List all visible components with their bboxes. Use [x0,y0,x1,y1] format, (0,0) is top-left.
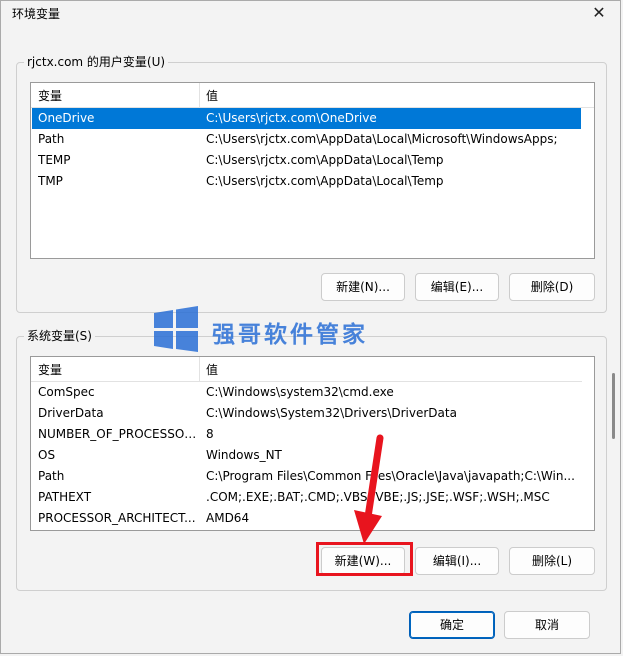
system-delete-button[interactable]: 删除(L) [509,547,595,575]
windows-logo-icon [154,306,198,352]
system-vars-list[interactable]: 变量 值 ComSpec C:\Windows\system32\cmd.exe D… [30,356,595,531]
cancel-button[interactable]: 取消 [504,611,590,639]
highlight-box [316,542,413,576]
user-edit-button[interactable]: 编辑(E)... [415,273,499,301]
table-row[interactable]: TEMP C:\Users\rjctx.com\AppData\Local\Tem… [32,150,581,171]
var-name-cell: Path [38,132,65,146]
var-value-cell: C:\Users\rjctx.com\AppData\Local\Microso… [206,132,558,146]
col-var-header[interactable]: 变量 [38,361,62,378]
var-value-cell: C:\Users\rjctx.com\AppData\Local\Temp [206,153,444,167]
var-value-cell: C:\Windows\System32\Drivers\DriverData [206,406,457,420]
var-value-cell: C:\Windows\system32\cmd.exe [206,385,394,399]
col-val-header[interactable]: 值 [206,87,218,104]
table-row[interactable]: Path C:\Program Files\Common Files\Oracle… [32,466,581,487]
var-name-cell: PROCESSOR_ARCHITECT... [38,511,196,525]
var-name-cell: TMP [38,174,63,188]
var-name-cell: ComSpec [38,385,95,399]
var-name-cell: TEMP [38,153,71,167]
table-row[interactable]: OneDrive C:\Users\rjctx.com\OneDrive [32,108,581,129]
user-vars-list[interactable]: 变量 值 OneDrive C:\Users\rjctx.com\OneDrive… [30,82,595,259]
red-arrow-icon [354,434,384,544]
table-row[interactable]: OS Windows_NT [32,445,581,466]
table-row[interactable]: TMP C:\Users\rjctx.com\AppData\Local\Temp [32,171,581,192]
table-row[interactable]: Path C:\Users\rjctx.com\AppData\Local\Mic… [32,129,581,150]
system-vars-group: 系统变量(S) 变量 值 ComSpec C:\Windows\system32\… [16,328,607,591]
scrollbar-thumb[interactable] [612,373,615,439]
var-value-cell: 8 [206,427,214,441]
user-delete-button[interactable]: 删除(D) [509,273,595,301]
var-value-cell: C:\Users\rjctx.com\AppData\Local\Temp [206,174,444,188]
var-name-cell: OneDrive [38,111,95,125]
ok-button[interactable]: 确定 [409,611,495,639]
close-icon[interactable]: ✕ [586,2,612,24]
user-vars-group: rjctx.com 的用户变量(U) 变量 值 OneDrive C:\Users… [16,54,607,313]
window-title: 环境变量 [12,7,61,21]
col-val-header[interactable]: 值 [206,361,218,378]
table-row[interactable]: PATHEXT .COM;.EXE;.BAT;.CMD;.VBS;.VBE;.JS… [32,487,581,508]
system-vars-scrollbar[interactable] [582,381,594,530]
col-var-header[interactable]: 变量 [38,87,62,104]
table-row[interactable]: ComSpec C:\Windows\system32\cmd.exe [32,382,581,403]
system-edit-button[interactable]: 编辑(I)... [415,547,499,575]
var-value-cell: C:\Users\rjctx.com\OneDrive [206,111,377,125]
var-name-cell: DriverData [38,406,104,420]
system-vars-label: 系统变量(S) [24,328,95,344]
title-bar: 环境变量 ✕ [1,1,620,27]
var-name-cell: NUMBER_OF_PROCESSORS [38,427,198,441]
var-value-cell: AMD64 [206,511,250,525]
table-row[interactable]: DriverData C:\Windows\System32\Drivers\Dr… [32,403,581,424]
user-vars-label: rjctx.com 的用户变量(U) [24,54,169,70]
var-name-cell: PATHEXT [38,490,92,504]
table-row[interactable]: NUMBER_OF_PROCESSORS 8 [32,424,581,445]
watermark: 强哥软件管家 [152,305,382,359]
watermark-text: 强哥软件管家 [212,322,368,348]
user-new-button[interactable]: 新建(N)... [321,273,405,301]
system-vars-header: 变量 值 [31,357,594,382]
var-value-cell: Windows_NT [206,448,282,462]
var-name-cell: Path [38,469,65,483]
user-vars-header: 变量 值 [31,83,594,108]
table-row[interactable]: PROCESSOR_ARCHITECT... AMD64 [32,508,581,529]
var-name-cell: OS [38,448,56,462]
